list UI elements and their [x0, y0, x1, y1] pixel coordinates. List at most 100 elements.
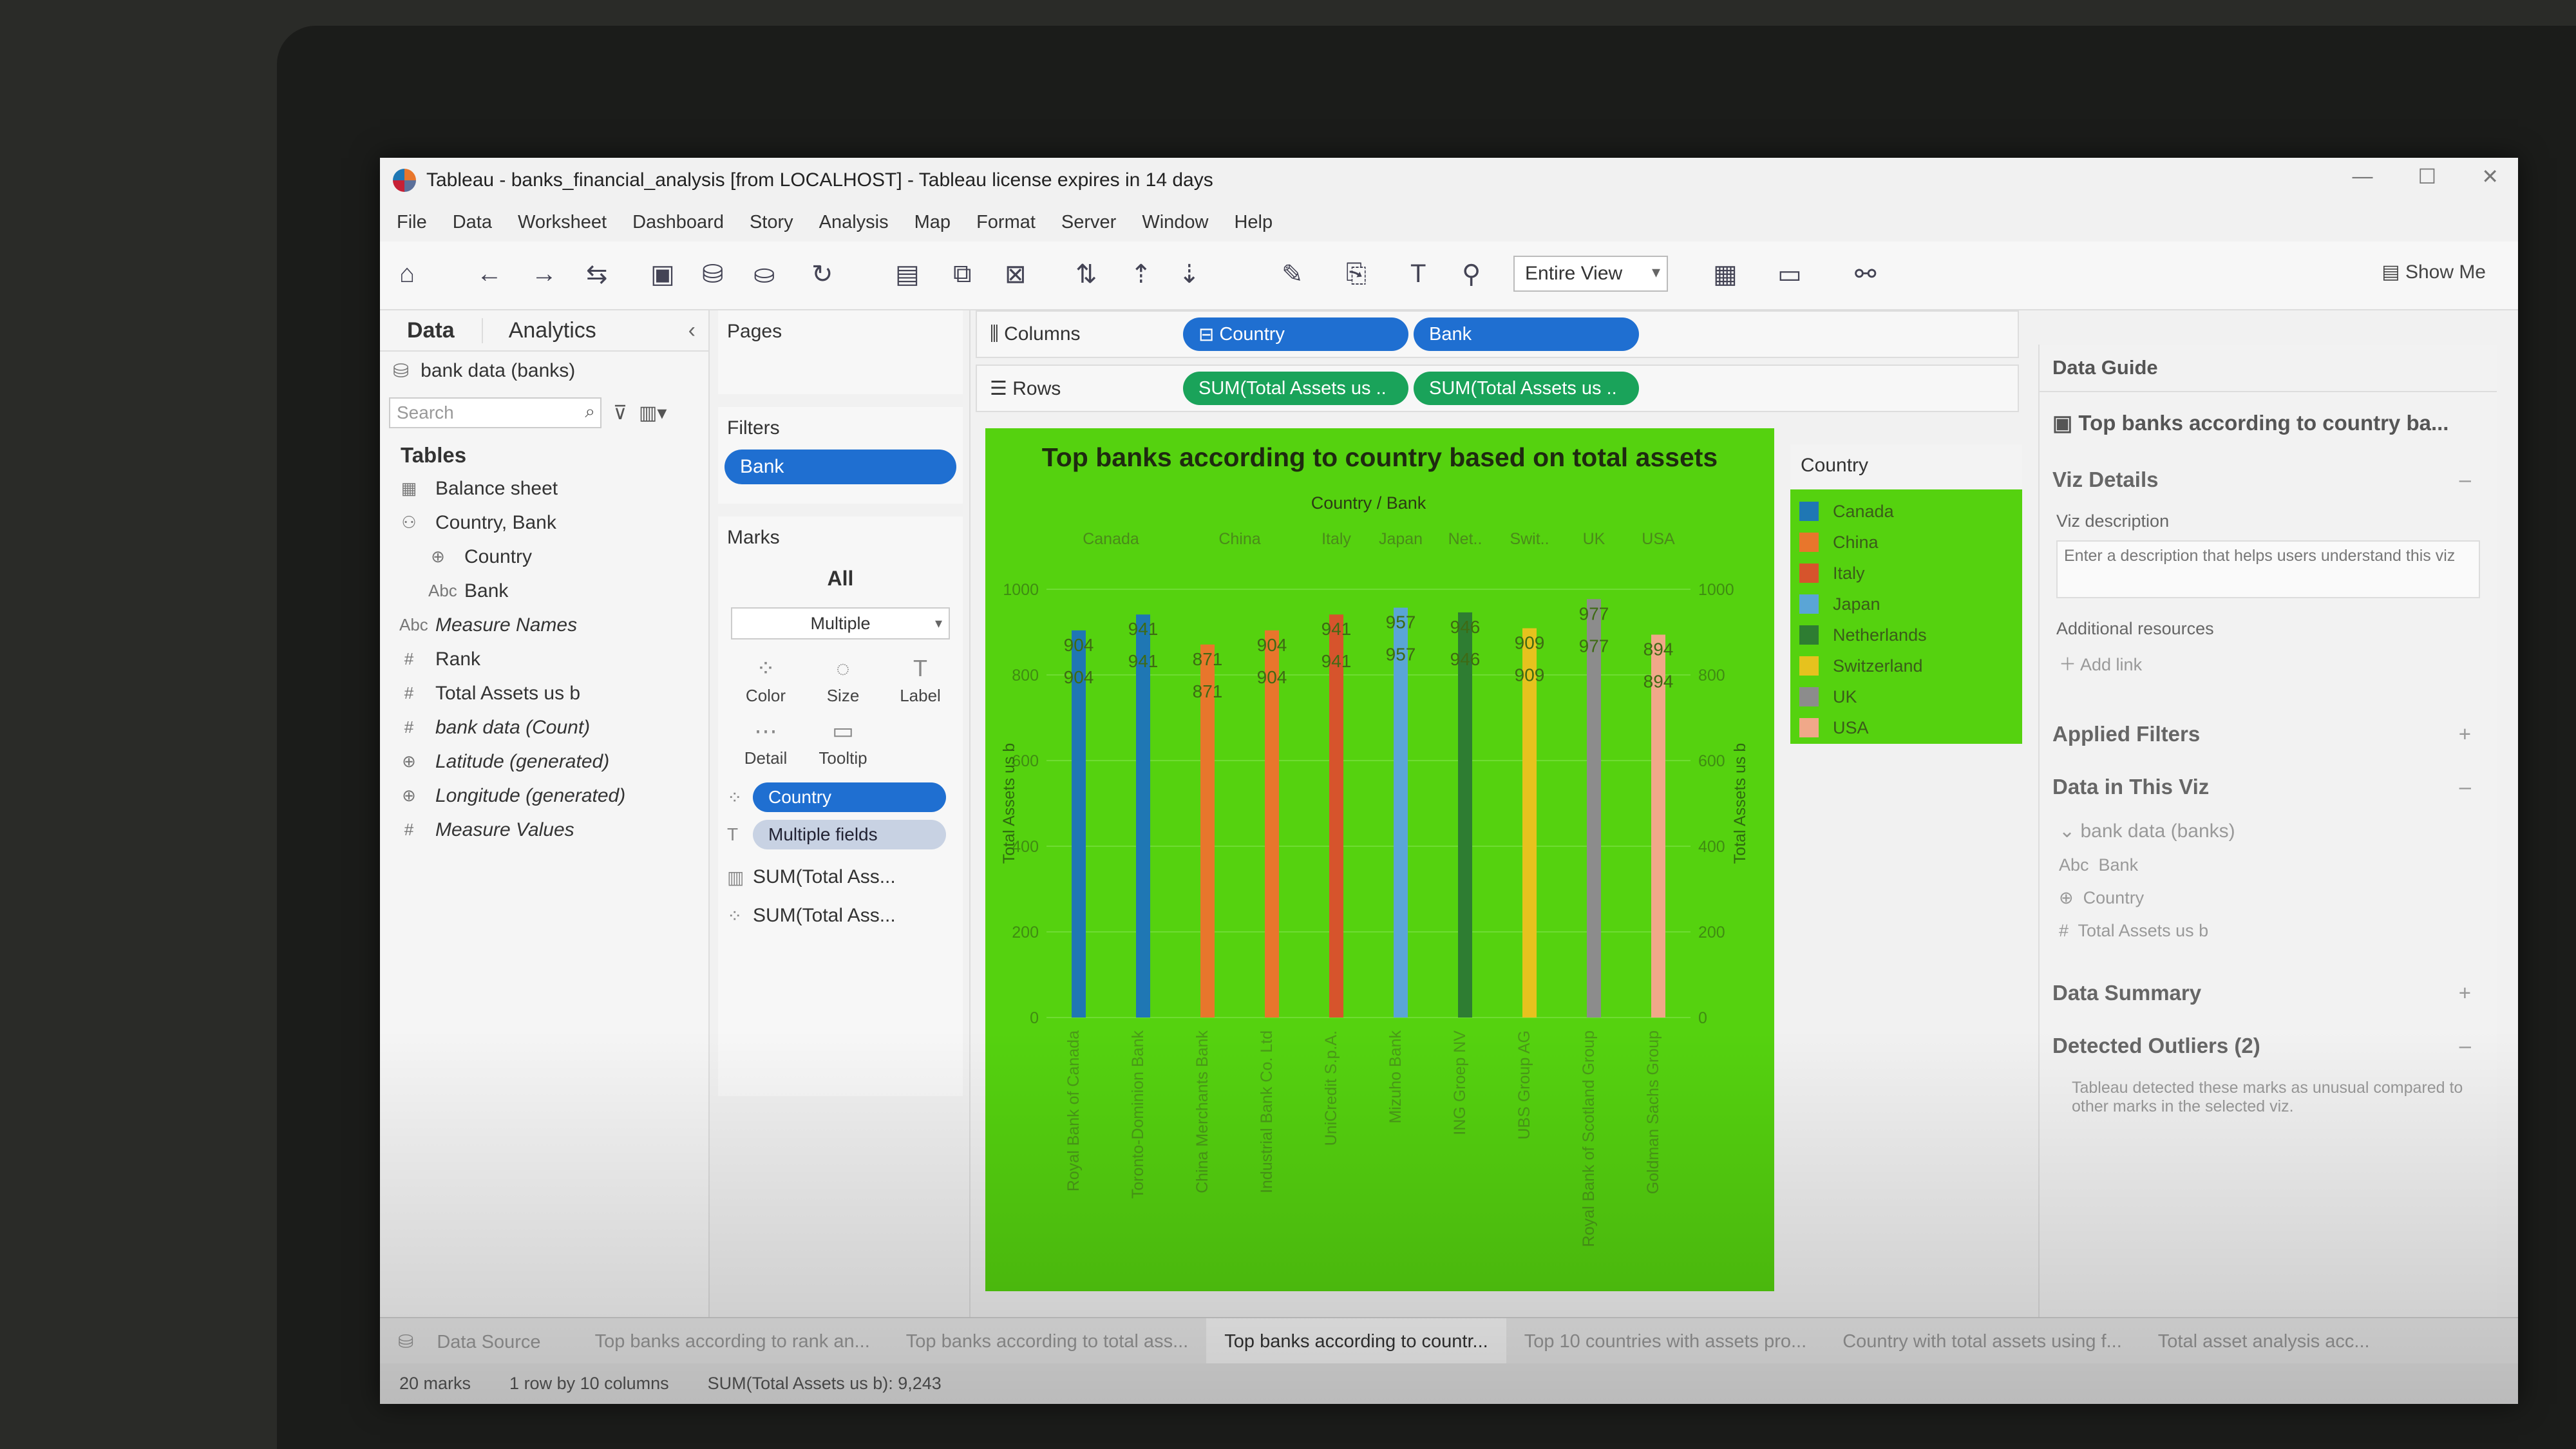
- redo-icon[interactable]: →: [531, 260, 557, 289]
- pin-icon[interactable]: ⚲: [1462, 260, 1481, 289]
- field-item[interactable]: ⚇ Country, Bank: [380, 506, 708, 540]
- color-mark-button[interactable]: ⁘ Color: [727, 655, 804, 706]
- legend-item[interactable]: China: [1790, 527, 2022, 558]
- sheet-tab[interactable]: Top banks according to countr...: [1206, 1318, 1506, 1365]
- field-item[interactable]: ⊕ Latitude (generated): [380, 744, 708, 779]
- duplicate-sheet-icon[interactable]: ⧉: [953, 260, 972, 289]
- y2-tick-label: 1000: [1698, 581, 1734, 599]
- mark-field-pill[interactable]: Multiple fields: [753, 820, 946, 849]
- mark-field-pill[interactable]: Country: [753, 782, 946, 812]
- show-labels-icon[interactable]: T: [1410, 260, 1426, 289]
- columns-shelf[interactable]: ⫼ Columns ⊟ Country Bank: [976, 310, 2019, 358]
- menu-file[interactable]: File: [397, 212, 427, 233]
- sheet-tab[interactable]: Top banks according to rank an...: [577, 1331, 888, 1352]
- presentation-icon[interactable]: ▭: [1777, 260, 1802, 289]
- filter-icon[interactable]: ⊽: [613, 402, 627, 424]
- size-mark-button[interactable]: ◌ Size: [804, 655, 882, 706]
- field-item[interactable]: ⊕ Longitude (generated): [380, 779, 708, 813]
- viz-details-section[interactable]: Viz Details –: [2040, 453, 2497, 506]
- menu-server[interactable]: Server: [1061, 212, 1116, 233]
- data-source-tab[interactable]: ⛁ Data Source: [380, 1331, 577, 1353]
- menu-analysis[interactable]: Analysis: [819, 212, 889, 233]
- filter-pill-bank[interactable]: Bank: [724, 450, 956, 484]
- share-icon[interactable]: ⚯: [1855, 260, 1877, 289]
- data-summary-section[interactable]: Data Summary +: [2040, 967, 2497, 1019]
- pause-updates-icon[interactable]: ⛀: [753, 260, 775, 289]
- legend-item[interactable]: Canada: [1790, 496, 2022, 527]
- save-icon[interactable]: ▣: [650, 260, 675, 289]
- data-in-viz-section[interactable]: Data in This Viz –: [2040, 761, 2497, 813]
- view-options-icon[interactable]: ▥▾: [639, 402, 667, 424]
- view-mode-select[interactable]: Entire View ▾: [1513, 256, 1668, 292]
- menu-format[interactable]: Format: [976, 212, 1036, 233]
- rows-shelf[interactable]: ☰ Rows SUM(Total Assets us .. SUM(Total …: [976, 365, 2019, 412]
- home-icon[interactable]: ⌂: [399, 260, 415, 289]
- legend-item[interactable]: UK: [1790, 681, 2022, 712]
- close-icon[interactable]: ✕: [2481, 164, 2499, 189]
- collapse-icon[interactable]: ‹: [688, 318, 696, 343]
- sort-ascending-icon[interactable]: ⇡: [1130, 260, 1152, 289]
- measure-card-tab[interactable]: ⁘ SUM(Total Ass...: [727, 905, 954, 927]
- applied-filters-section[interactable]: Applied Filters +: [2040, 708, 2497, 761]
- menu-map[interactable]: Map: [914, 212, 951, 233]
- viz-area[interactable]: Top banks according to country based on …: [985, 428, 1774, 1291]
- field-item[interactable]: Abc Bank: [380, 574, 708, 608]
- measure-card-tab[interactable]: ▥ SUM(Total Ass...: [727, 866, 954, 888]
- rows-pill-1[interactable]: SUM(Total Assets us ..: [1183, 372, 1408, 405]
- replay-icon[interactable]: ⇆: [586, 260, 608, 289]
- field-item[interactable]: Abc Measure Names: [380, 608, 708, 642]
- menu-window[interactable]: Window: [1142, 212, 1208, 233]
- menu-data[interactable]: Data: [453, 212, 492, 233]
- maximize-icon[interactable]: ☐: [2418, 164, 2437, 189]
- columns-pill-country[interactable]: ⊟ Country: [1183, 317, 1408, 351]
- add-link-button[interactable]: ＋ Add link: [2040, 644, 2497, 682]
- sheet-tab[interactable]: Total asset analysis acc...: [2140, 1331, 2388, 1352]
- legend-item[interactable]: Japan: [1790, 589, 2022, 620]
- new-worksheet-icon[interactable]: ▤: [895, 260, 920, 289]
- search-input[interactable]: Search ⌕: [389, 397, 601, 428]
- field-item[interactable]: ⊕ Country: [380, 540, 708, 574]
- sheet-tab[interactable]: Top banks according to total ass...: [888, 1331, 1206, 1352]
- undo-icon[interactable]: ←: [477, 260, 502, 289]
- show-cards-icon[interactable]: ▦: [1713, 260, 1738, 289]
- field-item[interactable]: # bank data (Count): [380, 710, 708, 744]
- tab-data[interactable]: Data: [380, 318, 482, 343]
- tooltip-mark-button[interactable]: ▭ Tooltip: [804, 717, 882, 768]
- marks-all-tab[interactable]: All: [718, 559, 963, 598]
- columns-pill-bank[interactable]: Bank: [1414, 317, 1639, 351]
- data-source[interactable]: ⛁ bank data (banks): [380, 352, 708, 390]
- detected-outliers-section[interactable]: Detected Outliers (2) –: [2040, 1019, 2497, 1072]
- detail-mark-button[interactable]: ⋯ Detail: [727, 717, 804, 768]
- label-mark-button[interactable]: T Label: [882, 655, 959, 706]
- minimize-icon[interactable]: —: [2353, 164, 2373, 189]
- swap-axes-icon[interactable]: ⇅: [1075, 260, 1097, 289]
- rows-pill-2[interactable]: SUM(Total Assets us ..: [1414, 372, 1639, 405]
- field-item[interactable]: ▦ Balance sheet: [380, 471, 708, 506]
- tab-analytics[interactable]: Analytics: [481, 317, 622, 343]
- field-item[interactable]: # Measure Values: [380, 813, 708, 847]
- group-icon[interactable]: ⎘: [1346, 260, 1367, 289]
- legend-item[interactable]: Netherlands: [1790, 620, 2022, 650]
- show-me-button[interactable]: ▤ Show Me: [2382, 261, 2486, 283]
- viz-description-input[interactable]: Enter a description that helps users und…: [2056, 540, 2480, 598]
- legend-item[interactable]: Italy: [1790, 558, 2022, 589]
- highlight-icon[interactable]: ✎: [1282, 260, 1303, 289]
- field-item[interactable]: # Total Assets us b: [380, 676, 708, 710]
- filters-card[interactable]: Filters Bank: [718, 407, 963, 504]
- sort-descending-icon[interactable]: ⇣: [1179, 260, 1200, 289]
- guide-datasource[interactable]: ⌄ bank data (banks): [2040, 813, 2497, 849]
- menu-story[interactable]: Story: [750, 212, 793, 233]
- clear-sheet-icon[interactable]: ⊠: [1005, 260, 1027, 289]
- legend-item[interactable]: Switzerland: [1790, 650, 2022, 681]
- sheet-tab[interactable]: Country with total assets using f...: [1824, 1331, 2140, 1352]
- menu-dashboard[interactable]: Dashboard: [632, 212, 724, 233]
- new-datasource-icon[interactable]: ⛁: [702, 260, 724, 289]
- legend-item[interactable]: USA: [1790, 712, 2022, 743]
- mark-type-select[interactable]: Multiple ▾: [731, 607, 950, 639]
- refresh-icon[interactable]: ↻: [811, 260, 833, 289]
- field-item[interactable]: # Rank: [380, 642, 708, 676]
- menu-help[interactable]: Help: [1234, 212, 1273, 233]
- pages-card[interactable]: Pages: [718, 310, 963, 394]
- sheet-tab[interactable]: Top 10 countries with assets pro...: [1506, 1331, 1824, 1352]
- menu-worksheet[interactable]: Worksheet: [518, 212, 607, 233]
